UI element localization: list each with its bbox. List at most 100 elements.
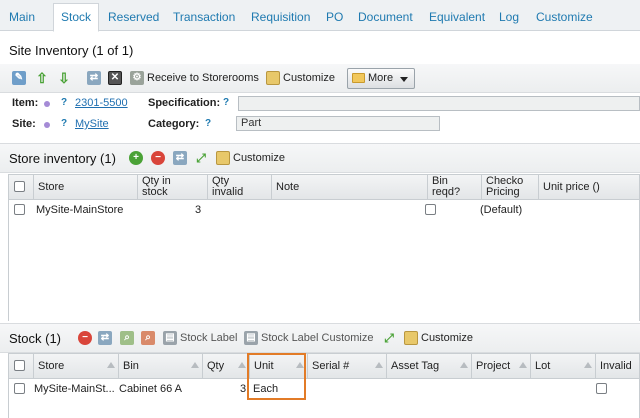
customize-icon <box>404 331 418 345</box>
column-bin-reqd[interactable]: Bin reqd? <box>427 175 481 199</box>
column-store[interactable]: Store <box>33 175 137 199</box>
sort-icon[interactable] <box>584 362 592 368</box>
unit-column-highlight <box>247 353 306 400</box>
store-cell[interactable]: MySite-MainStore <box>36 204 123 216</box>
column-bin[interactable]: Bin <box>118 354 202 378</box>
more-label: More <box>368 72 394 84</box>
tab-equivalent[interactable]: Equivalent <box>429 9 485 26</box>
delete-icon[interactable]: ✕ <box>108 71 122 85</box>
column-unit-price[interactable]: Unit price () <box>538 175 640 199</box>
tab-document[interactable]: Document <box>358 9 413 26</box>
stock-title: Stock (1) <box>9 331 62 346</box>
sort-icon[interactable] <box>460 362 468 368</box>
column-store[interactable]: Store <box>33 354 118 378</box>
remove-icon[interactable]: − <box>78 331 92 345</box>
column-serial[interactable]: Serial # <box>307 354 386 378</box>
stock-label-customize-button[interactable]: Stock Label Customize <box>261 331 374 345</box>
transfer-icon[interactable]: ⇄ <box>98 331 112 345</box>
add-icon[interactable]: + <box>129 151 143 165</box>
sort-icon[interactable] <box>191 362 199 368</box>
search-remove-icon[interactable]: ⌕ <box>141 331 155 345</box>
column-asset-tag-label: Asset Tag <box>391 360 440 372</box>
specification-label: Specification: <box>148 97 221 109</box>
tab-reserved[interactable]: Reserved <box>108 9 159 26</box>
qty-cell: 3 <box>240 383 247 395</box>
transfer-icon[interactable]: ⇄ <box>173 151 187 165</box>
site-inventory-title: Site Inventory (1 of 1) <box>9 43 134 58</box>
specification-field[interactable] <box>238 96 640 111</box>
help-icon[interactable]: ? <box>61 97 67 108</box>
stock-store-cell[interactable]: MySite-MainSt... <box>34 383 115 395</box>
bin-reqd-checkbox[interactable] <box>425 204 436 215</box>
store-inventory-title: Store inventory (1) <box>9 151 116 166</box>
item-link[interactable]: 2301-5500 <box>75 97 128 109</box>
printer-icon: ▤ <box>244 331 258 345</box>
tab-po[interactable]: PO <box>326 9 343 26</box>
sort-icon[interactable] <box>238 362 246 368</box>
select-all-checkbox[interactable] <box>14 181 25 192</box>
stock-table-header: Store Bin Qty Unit Serial # Asset Tag Pr… <box>8 353 640 379</box>
receive-icon: ⚙ <box>130 71 144 85</box>
store-inventory-grid <box>8 200 640 321</box>
item-label: Item: <box>12 97 39 109</box>
column-project-label: Project <box>476 360 511 372</box>
column-qty-in-stock-line2: stock <box>142 186 168 198</box>
tab-requisition[interactable]: Requisition <box>251 9 310 26</box>
expand-icon[interactable]: ⤢ <box>194 151 208 165</box>
remove-icon[interactable]: − <box>151 151 165 165</box>
pricing-cell: (Default) <box>480 204 523 216</box>
column-qty-invalid-line2: invalid <box>212 186 244 198</box>
stock-label-button[interactable]: Stock Label <box>180 331 237 345</box>
row-checkbox[interactable] <box>14 204 25 215</box>
column-store-label: Store <box>38 360 65 372</box>
select-all-checkbox[interactable] <box>14 360 25 371</box>
search-icon[interactable]: ⌕ <box>120 331 134 345</box>
invalid-checkbox[interactable] <box>596 383 607 394</box>
row-checkbox[interactable] <box>14 383 25 394</box>
customize-icon <box>216 151 230 165</box>
sort-icon[interactable] <box>519 362 527 368</box>
more-button[interactable]: More <box>347 68 415 89</box>
tab-transaction[interactable]: Transaction <box>173 9 235 26</box>
column-qty-invalid[interactable]: Qty invalid <box>207 175 271 199</box>
edit-icon[interactable]: ✎ <box>12 71 26 85</box>
column-qty-in-stock[interactable]: Qty in stock <box>137 175 207 199</box>
sort-icon[interactable] <box>375 362 383 368</box>
chevron-down-icon <box>400 77 408 82</box>
store-inventory-table-header: Store Qty in stock Qty invalid Note Bin req… <box>8 174 640 200</box>
site-label: Site: <box>12 118 36 130</box>
column-pricing[interactable]: Checko Pricing <box>481 175 538 199</box>
customize-button[interactable]: Customize <box>283 71 335 85</box>
receive-to-storerooms-button[interactable]: Receive to Storerooms <box>147 71 259 85</box>
category-label: Category: <box>148 118 200 130</box>
sort-icon[interactable] <box>107 362 115 368</box>
help-icon[interactable]: ? <box>223 97 229 108</box>
tab-main[interactable]: Main <box>9 9 35 26</box>
tab-log[interactable]: Log <box>499 9 519 26</box>
store-customize-button[interactable]: Customize <box>233 151 285 165</box>
tab-stock[interactable]: Stock <box>53 3 100 32</box>
bin-cell: Cabinet 66 A <box>119 383 182 395</box>
help-icon[interactable]: ? <box>205 118 211 129</box>
category-field[interactable]: Part <box>236 116 440 131</box>
stock-customize-button[interactable]: Customize <box>421 331 473 345</box>
site-link[interactable]: MySite <box>75 118 109 130</box>
folder-icon <box>352 73 365 83</box>
column-invalid[interactable]: Invalid <box>595 354 640 378</box>
column-project[interactable]: Project <box>471 354 530 378</box>
arrow-down-icon[interactable]: ⇩ <box>57 71 71 85</box>
column-serial-label: Serial # <box>312 360 350 372</box>
qty-invalid-cell: 3 <box>195 204 202 216</box>
column-qty[interactable]: Qty <box>202 354 249 378</box>
tab-customize[interactable]: Customize <box>536 9 593 26</box>
printer-icon: ▤ <box>163 331 177 345</box>
column-lot[interactable]: Lot <box>530 354 595 378</box>
help-icon[interactable]: ? <box>61 118 67 129</box>
arrow-up-icon[interactable]: ⇧ <box>35 71 49 85</box>
expand-icon[interactable]: ⤢ <box>382 331 396 345</box>
required-dot-icon <box>44 101 50 107</box>
column-note[interactable]: Note <box>271 175 427 199</box>
transfer-icon[interactable]: ⇄ <box>87 71 101 85</box>
tab-bar: Main Stock Reserved Transaction Requisit… <box>0 0 640 32</box>
column-asset-tag[interactable]: Asset Tag <box>386 354 471 378</box>
